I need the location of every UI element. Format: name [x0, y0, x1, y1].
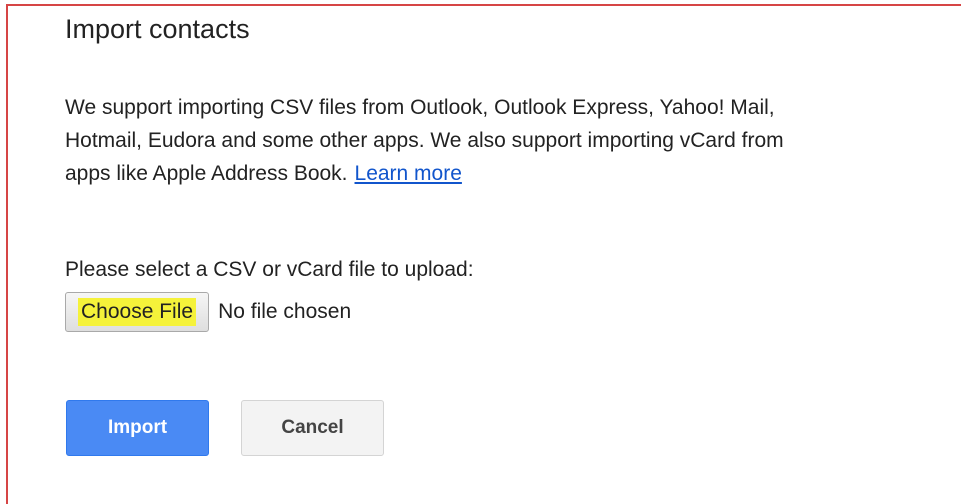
description-line: We support importing CSV files from Outl… [65, 96, 775, 119]
dialog-title: Import contacts [65, 14, 250, 44]
description-line-with-link: apps like Apple Address Book. Learn more [65, 157, 955, 190]
upload-label: Please select a CSV or vCard file to upl… [65, 258, 474, 281]
choose-file-button[interactable]: Choose File [65, 292, 210, 332]
description-line-text: apps like Apple Address Book. [65, 162, 348, 185]
cancel-button[interactable]: Cancel [241, 400, 384, 456]
import-button[interactable]: Import [66, 400, 209, 456]
learn-more-link[interactable]: Learn more [355, 162, 462, 185]
file-input: Choose File No file chosen [65, 291, 351, 333]
choose-file-label: Choose File [78, 298, 197, 326]
description-line: Hotmail, Eudora and some other apps. We … [65, 129, 784, 152]
file-status: No file chosen [218, 300, 352, 323]
import-description: We support importing CSV files from Outl… [65, 91, 955, 190]
